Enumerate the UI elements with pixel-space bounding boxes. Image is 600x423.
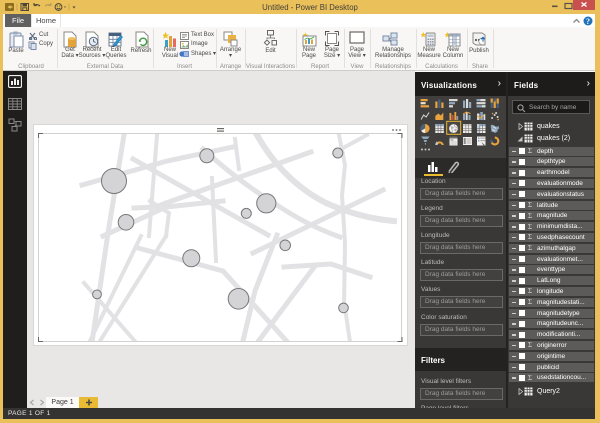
svg-text:?: ? [586, 17, 590, 26]
